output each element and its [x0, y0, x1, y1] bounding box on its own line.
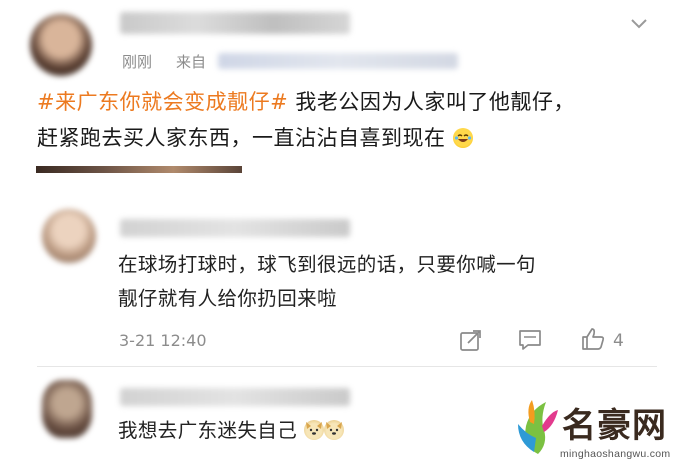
chevron-down-icon[interactable] — [628, 12, 650, 34]
like-icon[interactable] — [580, 326, 606, 352]
laughing-tears-emoji-icon — [452, 128, 473, 148]
post-body-line1: #来广东你就会变成靓仔# 我老公因为人家叫了他靓仔， — [37, 90, 575, 114]
share-icon[interactable] — [458, 328, 484, 352]
comment-username[interactable]: ██████████ — [120, 219, 350, 237]
post-image-thumbnail[interactable] — [36, 166, 242, 173]
comment-icon[interactable] — [517, 328, 543, 352]
watermark-title: 名豪网 — [562, 406, 667, 446]
divider — [37, 366, 657, 367]
watermark-logo-icon — [512, 396, 560, 458]
post-time: 刚刚 — [122, 53, 153, 71]
post-avatar[interactable] — [30, 14, 92, 76]
post-source-label: 来自 — [176, 53, 207, 71]
comment-username[interactable]: ████████████ — [120, 388, 350, 406]
comment-body: 我想去广东迷失自己 — [118, 414, 518, 448]
doge-emoji-icon — [323, 420, 344, 440]
comment-avatar[interactable] — [42, 209, 96, 263]
like-count: 4 — [613, 331, 624, 351]
watermark-url: minghaoshangwu.com — [560, 448, 671, 460]
topic-link[interactable]: #来广东你就会变成靓仔# — [37, 90, 288, 114]
comment-avatar[interactable] — [42, 380, 92, 438]
comment-time: 3-21 12:40 — [119, 331, 207, 350]
post-username[interactable]: ███████ — [120, 12, 350, 34]
post-body-line2: 赶紧跑去买人家东西，一直沾沾自喜到现在 — [37, 120, 677, 156]
doge-emoji-icon — [303, 420, 324, 440]
post-source-name[interactable]: ███████ — [218, 53, 458, 69]
comment-body: 在球场打球时，球飞到很远的话，只要你喊一句 靓仔就有人给你扔回来啦 — [118, 253, 536, 310]
post-body: #来广东你就会变成靓仔# 我老公因为人家叫了他靓仔， 赶紧跑去买人家东西，一直沾… — [37, 84, 677, 156]
